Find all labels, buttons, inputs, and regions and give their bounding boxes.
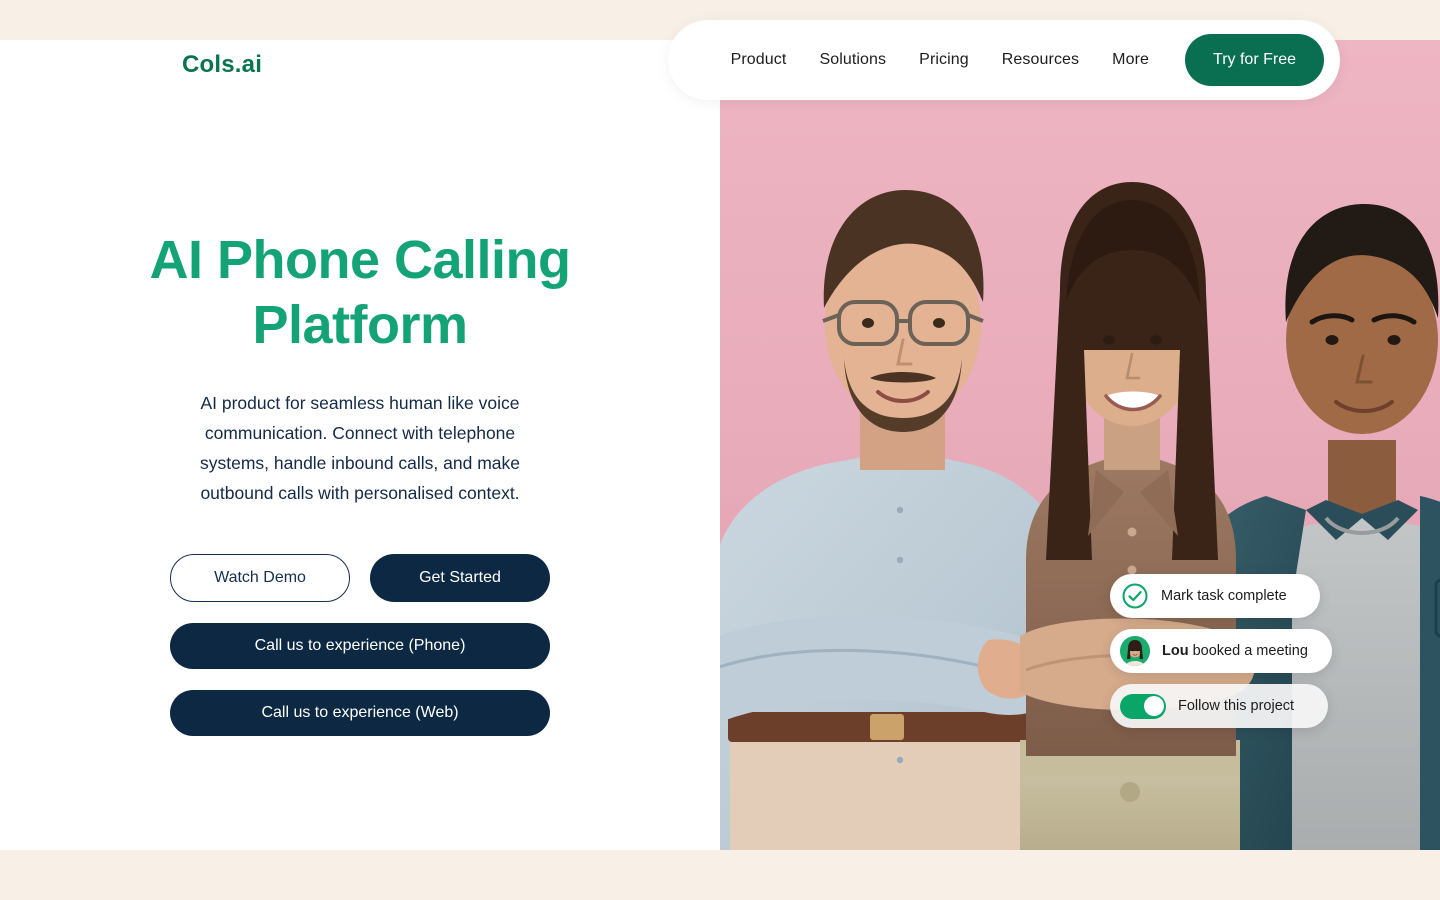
floating-cards: Mark task complete Lou booked a meeting xyxy=(1110,574,1332,728)
check-circle-icon xyxy=(1122,583,1148,609)
toggle-on-icon[interactable] xyxy=(1120,693,1166,719)
primary-button-row: Watch Demo Get Started xyxy=(170,553,550,602)
navigation-bar: Product Solutions Pricing Resources More… xyxy=(668,20,1340,100)
hero-photo-panel xyxy=(720,40,1440,850)
card-mark-task-complete[interactable]: Mark task complete xyxy=(1110,574,1320,618)
card-lou-booked-meeting[interactable]: Lou booked a meeting xyxy=(1110,629,1332,673)
nav-links: Product Solutions Pricing Resources More xyxy=(731,51,1149,69)
card-lou-action: booked a meeting xyxy=(1188,643,1308,659)
call-web-button[interactable]: Call us to experience (Web) xyxy=(170,689,550,736)
nav-item-product[interactable]: Product xyxy=(731,51,787,69)
card-label-follow-project: Follow this project xyxy=(1178,698,1295,714)
brand-logo[interactable]: Cols.ai xyxy=(182,51,262,79)
hero-content: AI Phone Calling Platform AI product for… xyxy=(0,100,720,736)
hero-subtext: AI product for seamless human like voice… xyxy=(199,392,521,503)
landing-page: Mark task complete Lou booked a meeting xyxy=(0,0,1440,900)
get-started-button[interactable]: Get Started xyxy=(370,553,550,602)
card-follow-this-project[interactable]: Follow this project xyxy=(1110,684,1328,728)
card-label-mark-task: Mark task complete xyxy=(1161,588,1287,604)
page-title: AI Phone Calling Platform xyxy=(149,230,571,355)
call-phone-button[interactable]: Call us to experience (Phone) xyxy=(170,622,550,669)
avatar-icon xyxy=(1120,636,1150,666)
bottom-cream-band xyxy=(0,850,1440,900)
try-for-free-button[interactable]: Try for Free xyxy=(1185,34,1324,86)
watch-demo-button[interactable]: Watch Demo xyxy=(170,553,350,602)
toggle-knob xyxy=(1143,696,1164,716)
team-photo xyxy=(720,40,1440,850)
nav-item-resources[interactable]: Resources xyxy=(1002,51,1079,69)
nav-item-solutions[interactable]: Solutions xyxy=(819,51,886,69)
card-label-lou: Lou booked a meeting xyxy=(1162,643,1308,659)
nav-item-more[interactable]: More xyxy=(1112,51,1149,69)
card-lou-name: Lou xyxy=(1162,643,1189,659)
nav-item-pricing[interactable]: Pricing xyxy=(919,51,969,69)
